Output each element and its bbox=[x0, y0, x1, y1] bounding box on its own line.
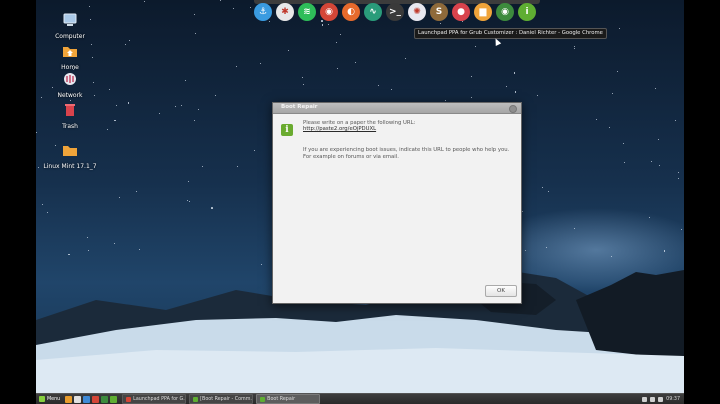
close-icon[interactable] bbox=[509, 105, 517, 113]
desktop-icon-label: Linux Mint 17.1_7 bbox=[43, 163, 97, 170]
bottom-panel: Menu Launchpad PPA for G... [Boot Repair … bbox=[36, 393, 684, 404]
desktop-icon-label: Computer bbox=[55, 33, 85, 40]
info-icon: i bbox=[281, 124, 293, 136]
taskbar-button[interactable]: Boot Repair bbox=[256, 394, 321, 404]
task-app-icon bbox=[193, 396, 199, 402]
info-app-icon[interactable]: i bbox=[518, 3, 536, 21]
volume-icon[interactable] bbox=[650, 396, 656, 402]
letterbox-right bbox=[684, 0, 720, 404]
launcher-icon[interactable] bbox=[83, 395, 91, 403]
desktop-icon-linux-mint-folder[interactable]: Linux Mint 17.1_7 bbox=[40, 142, 100, 170]
desktop-icon-network[interactable]: Network bbox=[40, 71, 100, 99]
menu-label: Menu bbox=[47, 396, 61, 402]
battery-icon[interactable] bbox=[658, 396, 664, 402]
clock[interactable]: 09:37 bbox=[666, 397, 680, 402]
task-label: Boot Repair bbox=[267, 396, 296, 402]
task-app-icon bbox=[126, 396, 132, 402]
taskbar: Launchpad PPA for G... [Boot Repair - Com… bbox=[119, 394, 321, 404]
linux-mint-logo-icon bbox=[39, 396, 45, 402]
desktop-icon-computer[interactable]: Computer bbox=[40, 12, 100, 40]
network-status-icon[interactable] bbox=[642, 396, 648, 402]
dialog-body: i Please write on a paper the following … bbox=[273, 114, 521, 303]
sublime-text-icon[interactable]: S bbox=[430, 3, 448, 21]
system-tray: 09:37 bbox=[642, 396, 684, 402]
menu-button[interactable]: Menu bbox=[36, 396, 63, 402]
dialog-help-text: If you are experiencing boot issues, ind… bbox=[303, 147, 510, 160]
anchor-icon[interactable]: ⚓ bbox=[254, 3, 272, 21]
files-folder-icon[interactable]: ▆ bbox=[474, 3, 492, 21]
desktop-icon-trash[interactable]: Trash bbox=[40, 102, 100, 130]
chrome-icon[interactable]: ◉ bbox=[496, 3, 514, 21]
computer-icon bbox=[63, 13, 77, 26]
task-label: [Boot Repair - Comm... bbox=[200, 396, 254, 402]
network-icon bbox=[64, 73, 76, 85]
launcher-icon[interactable] bbox=[74, 395, 82, 403]
desktop-icon-home[interactable]: Home bbox=[40, 43, 100, 71]
desktop-icon-label: Network bbox=[57, 92, 83, 99]
multicolor-app-icon[interactable]: ✱ bbox=[276, 3, 294, 21]
chrome-icon[interactable]: ◉ bbox=[320, 3, 338, 21]
terminal-icon[interactable]: >_ bbox=[386, 3, 404, 21]
taskbar-button[interactable]: [Boot Repair - Comm... bbox=[189, 394, 254, 404]
trash-icon bbox=[65, 104, 75, 116]
ok-button[interactable]: OK bbox=[485, 285, 517, 297]
desktop-icon-label: Trash bbox=[62, 123, 78, 130]
folder-icon bbox=[63, 146, 77, 156]
launcher-icon[interactable] bbox=[101, 395, 109, 403]
firefox-icon[interactable]: ◐ bbox=[342, 3, 360, 21]
top-dock: ⚓ ✱ ≋ ◉ ◐ ∿ >_ ✺ S ● ▆ ◉ i bbox=[254, 3, 536, 25]
task-label: Launchpad PPA for G... bbox=[133, 396, 187, 402]
desktop-icon-label: Home bbox=[61, 64, 79, 71]
dialog-titlebar[interactable]: Boot Repair bbox=[273, 103, 521, 114]
folder-home-icon bbox=[63, 47, 77, 57]
panel-launchers bbox=[63, 395, 118, 403]
dialog-title: Boot Repair bbox=[281, 104, 318, 110]
task-app-icon bbox=[260, 396, 266, 402]
dock-tooltip: Launchpad PPA for Grub Customizer : Dani… bbox=[414, 28, 607, 39]
launcher-icon[interactable] bbox=[92, 395, 100, 403]
record-icon[interactable]: ● bbox=[452, 3, 470, 21]
settings-wheel-icon[interactable]: ✺ bbox=[408, 3, 426, 21]
letterbox-left bbox=[0, 0, 36, 404]
system-monitor-icon[interactable]: ∿ bbox=[364, 3, 382, 21]
paste-url-link[interactable]: http://paste2.org/eOjPDUXL bbox=[303, 126, 376, 133]
taskbar-button[interactable]: Launchpad PPA for G... bbox=[122, 394, 187, 404]
boot-repair-dialog: Boot Repair i Please write on a paper th… bbox=[272, 102, 522, 304]
desktop: Computer Home Network Trash Linux Mint 1… bbox=[36, 0, 684, 404]
spotify-icon[interactable]: ≋ bbox=[298, 3, 316, 21]
launcher-icon[interactable] bbox=[110, 395, 118, 403]
launcher-icon[interactable] bbox=[65, 395, 73, 403]
